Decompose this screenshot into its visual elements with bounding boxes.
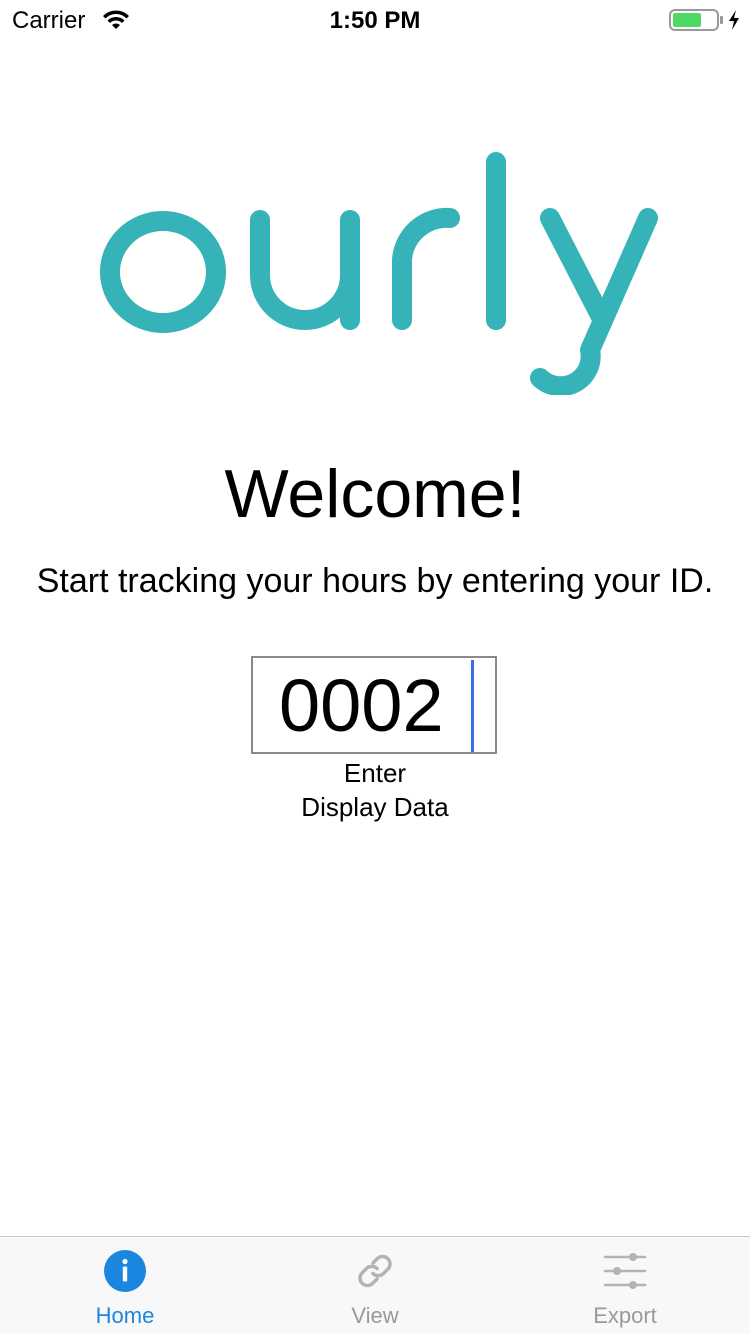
instructions-text: Start tracking your hours by entering yo… <box>36 562 714 600</box>
battery-icon <box>669 9 723 31</box>
info-icon <box>104 1250 146 1292</box>
id-input-field[interactable]: 0002 <box>251 656 497 754</box>
tab-view[interactable]: View <box>250 1237 500 1334</box>
status-time: 1:50 PM <box>329 7 421 34</box>
tab-export[interactable]: Export <box>500 1237 750 1334</box>
tab-home-label: Home <box>95 1303 155 1328</box>
id-input-value: 0002 <box>279 664 444 747</box>
screen: Carrier 1:50 PM Welcome! Start tracking … <box>0 0 750 1334</box>
sliders-icon <box>603 1253 647 1289</box>
display-data-button[interactable]: Display Data <box>270 792 480 826</box>
welcome-heading: Welcome! <box>224 456 526 532</box>
charging-bolt-icon <box>729 10 739 30</box>
tab-home[interactable]: Home <box>0 1237 250 1334</box>
ourly-logo <box>100 152 658 395</box>
tab-bar: Home View Export <box>0 1236 750 1334</box>
tab-export-label: Export <box>593 1303 657 1328</box>
status-bar: Carrier 1:50 PM <box>0 0 750 40</box>
link-icon <box>358 1254 392 1288</box>
tab-view-label: View <box>351 1303 399 1328</box>
text-caret <box>471 660 474 752</box>
enter-button[interactable]: Enter <box>300 758 450 792</box>
